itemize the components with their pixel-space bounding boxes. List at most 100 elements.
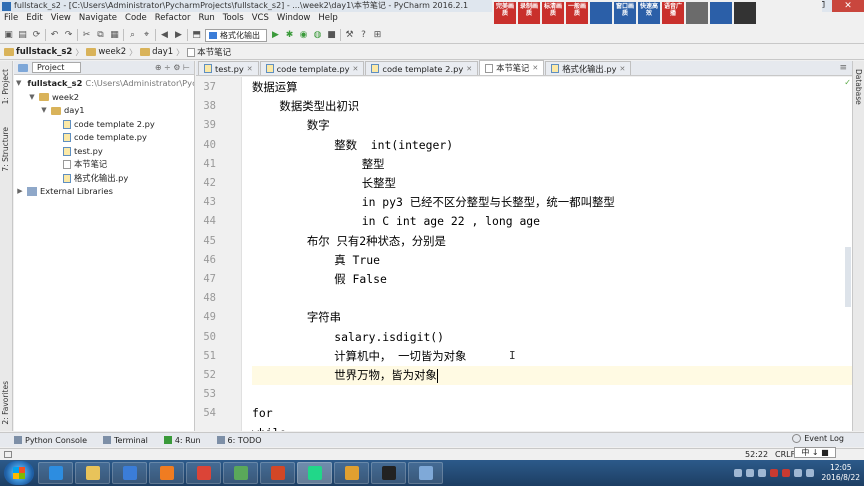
tray-record-icon[interactable] [769,469,778,477]
ime-indicator[interactable]: 中 ↓ ■ [794,447,836,458]
cut-icon[interactable]: ✂ [81,30,92,41]
tree-node[interactable]: ▼ day1 [14,104,194,118]
tool-windows-icon[interactable] [4,451,12,458]
recorder-quality-button[interactable] [590,2,612,24]
make-icon[interactable]: ⬒ [191,30,202,41]
menu-help[interactable]: Help [314,12,341,25]
tree-node[interactable]: code template 2.py [14,118,194,132]
taskbar-app-explorer[interactable] [75,462,110,484]
editor-tab[interactable]: code template.py ✕ [259,61,365,75]
taskbar-app-app[interactable] [408,462,443,484]
code-line[interactable]: while [252,424,852,431]
code-line[interactable]: 世界万物，皆为对象 [252,366,852,386]
caret-position[interactable]: 52:22 [745,449,768,460]
code-line[interactable]: in py3 已经不区分整型与长整型，统一都叫整型 [252,193,852,212]
tree-node[interactable]: 格式化输出.py [14,172,194,186]
taskbar-app-people[interactable] [334,462,369,484]
tree-node[interactable]: test.py [14,145,194,159]
taskbar-app-chrome[interactable] [186,462,221,484]
taskbar-app-terminal[interactable] [371,462,406,484]
tool-tab-database[interactable]: Database [854,69,863,105]
tray-icon[interactable] [757,469,766,477]
expand-arrow-icon[interactable]: ▶ [16,185,24,199]
tool-tab-run[interactable]: 4: Run [158,434,207,447]
forward-icon[interactable]: ▶ [173,30,184,41]
close-tab-icon[interactable]: ✕ [620,65,626,73]
recorder-quality-button[interactable]: 一般画质 [566,2,588,24]
tray-volume-icon[interactable] [805,469,814,477]
code-line[interactable]: 数据类型出初识 [252,97,852,116]
tree-node[interactable]: ▼ week2 [14,91,194,105]
tree-node[interactable]: 本节笔记 [14,158,194,172]
menu-edit[interactable]: Edit [22,12,46,25]
coverage-icon[interactable]: ◉ [298,30,309,41]
tool-tab-terminal[interactable]: Terminal [97,434,154,447]
close-button[interactable]: ✕ [832,0,864,12]
code-line[interactable]: 整型 [252,155,852,174]
tree-node[interactable]: code template.py [14,131,194,145]
run-configuration-select[interactable]: 格式化输出 [205,28,267,42]
code-line[interactable]: 假 False [252,270,852,289]
tree-node[interactable]: ▶ External Libraries [14,185,194,199]
code-line[interactable]: salary.isdigit() [252,328,852,347]
recorder-quality-button[interactable]: 窗口画质 [614,2,636,24]
event-log-tab[interactable]: Event Log [792,434,844,443]
editor-tab[interactable]: test.py ✕ [198,61,259,75]
redo-icon[interactable]: ↷ [63,30,74,41]
taskbar-app-ie[interactable] [38,462,73,484]
recorder-quality-button[interactable]: 快速高效 [638,2,660,24]
open-icon[interactable]: ▣ [3,30,14,41]
taskbar-app-search[interactable] [112,462,147,484]
close-tab-icon[interactable]: ✕ [532,64,538,72]
stop-icon[interactable]: ■ [326,30,337,41]
breadcrumb-day1[interactable]: day1 [140,47,173,57]
code-line[interactable]: 字符串 [252,308,852,327]
code-line[interactable]: for [252,404,852,423]
run-icon[interactable]: ▶ [270,30,281,41]
menu-tools[interactable]: Tools [219,12,248,25]
tray-icon[interactable] [733,469,742,477]
vcs-icon[interactable]: ⊞ [372,30,383,41]
menu-view[interactable]: View [47,12,75,25]
tool-tab-console[interactable]: Python Console [8,434,93,447]
debug-icon[interactable]: ✱ [284,30,295,41]
help-icon[interactable]: ? [358,30,369,41]
paste-icon[interactable]: ▦ [109,30,120,41]
close-tab-icon[interactable]: ✕ [466,65,472,73]
code-line[interactable]: 真 True [252,251,852,270]
code-line[interactable]: 布尔 只有2种状态，分别是 [252,232,852,251]
code-editor[interactable]: 37 38 39 40 41 42 43 44 45 46 47 48 49 50 51 52 53 54 数据运… [196,77,852,431]
code-line[interactable]: 数字 [252,116,852,135]
breadcrumb-week2[interactable]: week2 [86,47,126,57]
tray-icon[interactable] [745,469,754,477]
taskbar-app-charts[interactable] [223,462,258,484]
editor-tab[interactable]: code template 2.py ✕ [365,61,479,75]
tray-network-icon[interactable] [793,469,802,477]
taskbar-app-pycharm[interactable] [297,462,332,484]
menu-file[interactable]: File [0,12,22,25]
menu-refactor[interactable]: Refactor [151,12,195,25]
code-line[interactable]: in C int age 22 , long age [252,212,852,231]
tree-node[interactable]: ▼ fullstack_s2C:\Users\Administrator\Pych… [14,77,194,91]
menu-navigate[interactable]: Navigate [75,12,121,25]
code-line[interactable]: 数据运算 [252,78,852,97]
recorder-quality-button[interactable]: 录制画质 [518,2,540,24]
close-tab-icon[interactable]: ✕ [247,65,253,73]
recorder-quality-button[interactable] [734,2,756,24]
menu-window[interactable]: Window [273,12,315,25]
start-button[interactable] [4,461,34,485]
recorder-quality-button[interactable]: 语音广播 [662,2,684,24]
back-icon[interactable]: ◀ [159,30,170,41]
project-view-select[interactable]: Project [32,62,82,73]
profile-icon[interactable]: ◍ [312,30,323,41]
close-tab-icon[interactable]: ✕ [353,65,359,73]
taskbar-clock[interactable]: 12:05 2016/8/22 [822,463,860,483]
sync-icon[interactable]: ⟳ [31,30,42,41]
replace-icon[interactable]: ⌖ [141,30,152,41]
breadcrumb-project[interactable]: fullstack_s2 [4,47,72,57]
undo-icon[interactable]: ↶ [49,30,60,41]
recorder-quality-button[interactable]: 完美画质 [494,2,516,24]
tray-record-icon[interactable] [781,469,790,477]
code-line[interactable]: 计算机中， 一切皆为对象 [252,347,852,366]
expand-arrow-icon[interactable]: ▼ [40,104,48,118]
